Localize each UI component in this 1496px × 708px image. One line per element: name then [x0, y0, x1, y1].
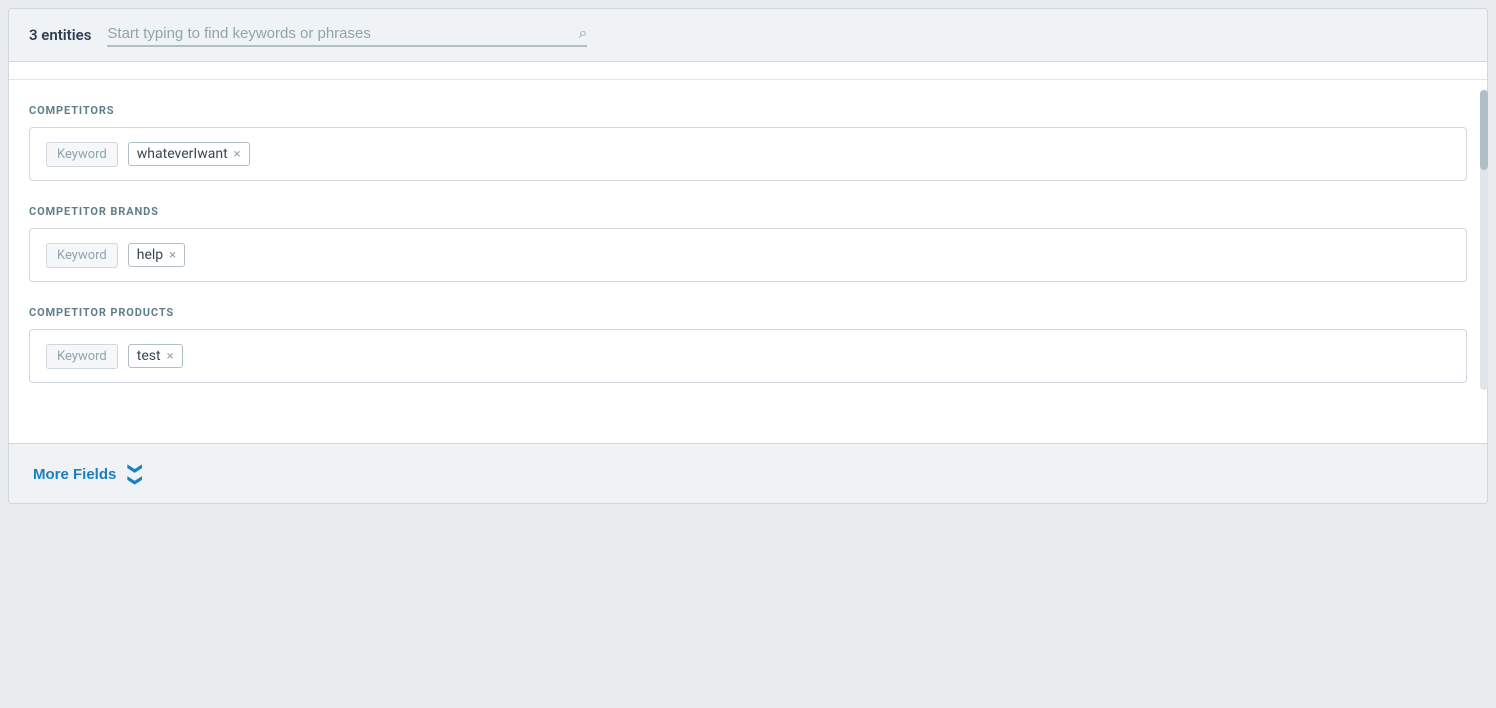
keyword-row-competitor-brands: Keyword help × [29, 228, 1467, 282]
entities-count: 3 entities [29, 26, 91, 44]
section-competitor-brands: COMPETITOR BRANDS Keyword help × [29, 205, 1467, 282]
more-fields-button[interactable]: More Fields ❯❯ [33, 466, 148, 483]
tag-remove-test[interactable]: × [167, 350, 174, 363]
tag-whateverlwant: whateverIwant × [128, 142, 250, 166]
section-title-competitors: COMPETITORS [29, 104, 1467, 117]
tag-text-whateverlwant: whateverIwant [137, 146, 228, 162]
section-title-competitor-products: COMPETITOR PRODUCTS [29, 306, 1467, 319]
keyword-label-competitor-brands: Keyword [46, 243, 118, 268]
search-icon: ⌕ [578, 23, 587, 43]
tag-text-help: help [137, 247, 163, 263]
search-input-wrapper[interactable]: ⌕ [107, 23, 587, 47]
scroll-track [1480, 90, 1488, 390]
partial-scroll-row [9, 62, 1487, 80]
search-input[interactable] [107, 25, 572, 42]
chevron-down-icon: ❯❯ [128, 463, 145, 486]
tag-text-test: test [137, 348, 161, 364]
tag-remove-help[interactable]: × [169, 249, 176, 262]
main-panel: 3 entities ⌕ COMPETITORS Keyword whateve… [8, 8, 1488, 504]
tag-help: help × [128, 243, 185, 267]
scroll-thumb[interactable] [1480, 90, 1488, 170]
section-competitors: COMPETITORS Keyword whateverIwant × [29, 104, 1467, 181]
section-title-competitor-brands: COMPETITOR BRANDS [29, 205, 1467, 218]
keyword-row-competitors: Keyword whateverIwant × [29, 127, 1467, 181]
keyword-label-competitor-products: Keyword [46, 344, 118, 369]
tag-remove-whateverlwant[interactable]: × [234, 148, 241, 161]
section-competitor-products: COMPETITOR PRODUCTS Keyword test × [29, 306, 1467, 383]
content-area: COMPETITORS Keyword whateverIwant × COMP… [9, 104, 1487, 403]
keyword-row-competitor-products: Keyword test × [29, 329, 1467, 383]
page-wrapper: 3 entities ⌕ COMPETITORS Keyword whateve… [0, 0, 1496, 708]
footer-bar: More Fields ❯❯ [9, 443, 1487, 503]
tag-test: test × [128, 344, 183, 368]
keyword-label-competitors: Keyword [46, 142, 118, 167]
search-header: 3 entities ⌕ [9, 9, 1487, 62]
more-fields-label: More Fields [33, 466, 116, 483]
